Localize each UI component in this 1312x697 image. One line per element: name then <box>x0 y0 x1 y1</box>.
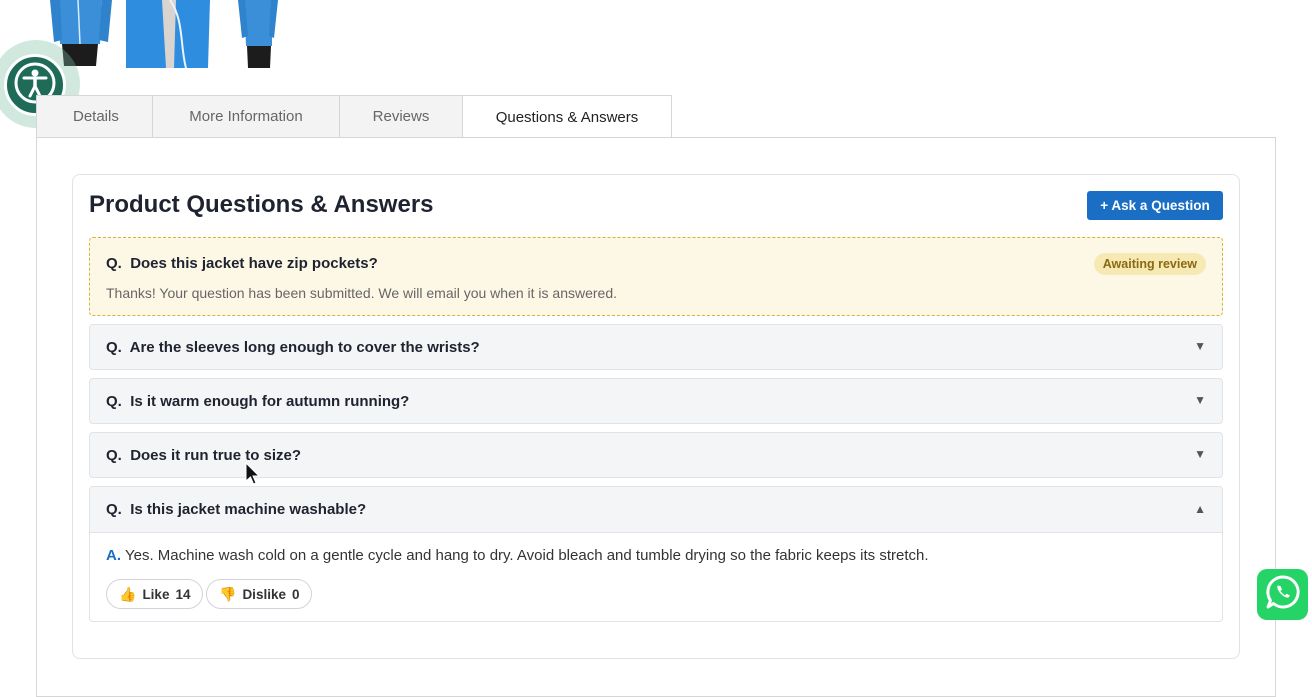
question-prefix: Q. <box>106 339 122 356</box>
chevron-up-icon[interactable]: ▲ <box>1194 502 1206 516</box>
question-label: Is it warm enough for autumn running? <box>130 393 410 410</box>
chevron-down-icon[interactable]: ▼ <box>1194 393 1206 407</box>
tab-label: Details <box>73 108 119 125</box>
tab-details[interactable]: Details <box>36 95 153 137</box>
dislike-label: Dislike <box>242 586 286 602</box>
question-item-expanded: Q. Is this jacket machine washable? ▲ A.… <box>89 486 1223 622</box>
product-thumbnails <box>36 0 300 68</box>
ask-question-button[interactable]: + Ask a Question <box>1087 191 1223 220</box>
question-item[interactable]: Q. Are the sleeves long enough to cover … <box>89 324 1223 370</box>
whatsapp-button[interactable] <box>1257 569 1308 620</box>
dislike-button[interactable]: 👎 Dislike 0 <box>206 579 313 609</box>
question-label: Does it run true to size? <box>130 447 302 464</box>
tab-reviews[interactable]: Reviews <box>339 95 463 137</box>
question-label: Are the sleeves long enough to cover the… <box>129 339 480 356</box>
question-prefix: Q. <box>106 255 122 272</box>
whatsapp-icon <box>1264 573 1302 616</box>
product-tabs: Details More Information Reviews Questio… <box>36 95 672 138</box>
qa-title: Product Questions & Answers <box>89 191 434 218</box>
answer-prefix: A. <box>106 547 121 564</box>
chevron-down-icon[interactable]: ▼ <box>1194 339 1206 353</box>
product-thumbnail-3[interactable] <box>214 0 300 68</box>
question-text: Q. Are the sleeves long enough to cover … <box>106 339 480 356</box>
question-text: Q. Is this jacket machine washable? <box>106 501 366 518</box>
answer-body: Yes. Machine wash cold on a gentle cycle… <box>125 547 929 564</box>
tab-label: Questions & Answers <box>495 108 639 126</box>
tab-label: More Information <box>189 108 303 125</box>
answer-text: A. Yes. Machine wash cold on a gentle cyc… <box>106 547 929 564</box>
tab-label: Reviews <box>372 108 430 125</box>
question-text: Q. Is it warm enough for autumn running? <box>106 393 409 410</box>
product-thumbnail-2[interactable] <box>126 0 212 68</box>
status-badge: Awaiting review <box>1093 253 1206 275</box>
question-item[interactable]: Q. Is it warm enough for autumn running?… <box>89 378 1223 424</box>
like-label: Like <box>142 586 170 602</box>
question-prefix: Q. <box>106 501 122 518</box>
tab-more-information[interactable]: More Information <box>152 95 340 137</box>
pending-question: Q. Does this jacket have zip pockets? Aw… <box>89 237 1223 316</box>
question-text: Does this jacket have zip pockets? <box>130 255 378 272</box>
chevron-down-icon[interactable]: ▼ <box>1194 447 1206 461</box>
thumbs-up-icon: 👍 <box>119 585 137 602</box>
question-prefix: Q. <box>106 447 122 464</box>
tab-questions-answers[interactable]: Questions & Answers <box>462 95 672 138</box>
question-label: Is this jacket machine washable? <box>130 501 367 518</box>
like-button[interactable]: 👍 Like 14 <box>106 579 204 609</box>
submission-message: Thanks! Your question has been submitted… <box>106 285 618 301</box>
question-prefix: Q. <box>106 393 122 410</box>
question-text: Q. Does it run true to size? <box>106 447 301 464</box>
pending-question-text: Q. Does this jacket have zip pockets? <box>106 255 378 272</box>
question-header[interactable]: Q. Is this jacket machine washable? ▲ <box>90 487 1222 533</box>
mouse-cursor <box>245 461 261 491</box>
thumbs-down-icon: 👎 <box>219 585 237 602</box>
dislike-count: 0 <box>291 586 300 602</box>
like-count: 14 <box>175 586 191 602</box>
